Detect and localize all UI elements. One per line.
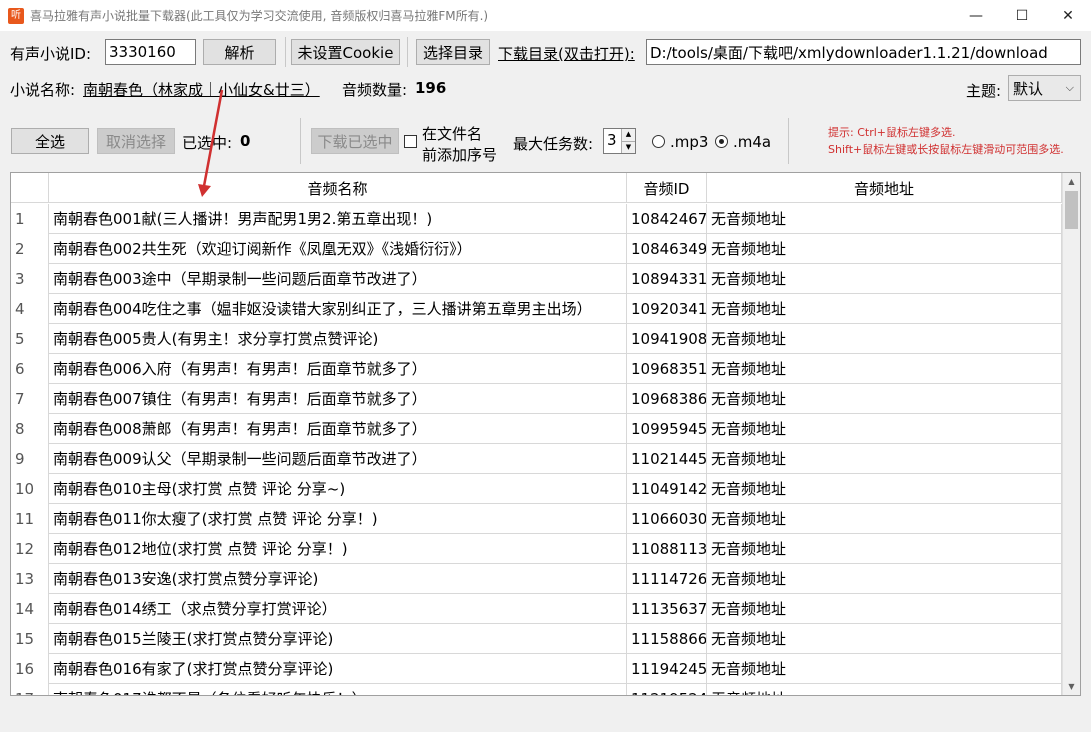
status-bar [0, 703, 1091, 732]
annotation-arrow [198, 89, 224, 197]
